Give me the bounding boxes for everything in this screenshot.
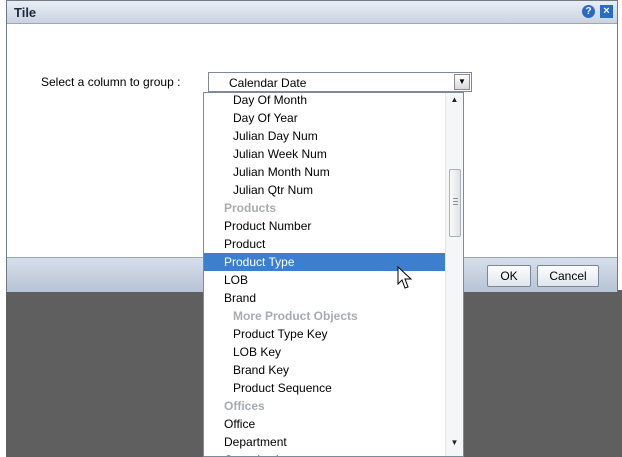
dropdown-option[interactable]: Brand — [204, 289, 445, 307]
cancel-button[interactable]: Cancel — [537, 265, 599, 287]
dropdown-option[interactable]: Brand Key — [204, 361, 445, 379]
dropdown-option[interactable]: Julian Day Num — [204, 127, 445, 145]
dropdown-option[interactable]: Product Sequence — [204, 379, 445, 397]
thumb-grip-icon — [453, 201, 458, 202]
chevron-down-icon[interactable]: ▼ — [454, 74, 470, 90]
dropdown-group-header: Offices — [224, 399, 265, 413]
column-dropdown-list[interactable]: Day Of Month Day Of Year Julian Day Num Jul… — [203, 92, 464, 457]
selected-column-value: Calendar Date — [229, 76, 307, 90]
dropdown-group-header: Products — [224, 201, 277, 215]
group-column-select[interactable]: Calendar Date ▼ — [208, 72, 472, 92]
help-icon[interactable]: ? — [582, 5, 595, 18]
ok-button[interactable]: OK — [487, 265, 531, 287]
dropdown-option[interactable]: Julian Month Num — [204, 163, 445, 181]
thumb-grip-icon — [453, 204, 458, 205]
dialog-titlebar: Tile ? × — [7, 1, 617, 24]
dropdown-option[interactable]: Product Type Key — [204, 325, 445, 343]
dropdown-option[interactable]: Day Of Month — [204, 93, 445, 109]
dropdown-option[interactable]: Product Number — [204, 217, 445, 235]
dropdown-group-header: More Product Objects — [233, 309, 358, 323]
dropdown-option[interactable]: Day Of Year — [204, 109, 445, 127]
scroll-down-icon[interactable]: ▼ — [446, 438, 463, 452]
dropdown-option[interactable]: LOB Key — [204, 343, 445, 361]
dialog-title: Tile — [14, 5, 37, 20]
group-column-label: Select a column to group : — [41, 75, 181, 89]
dropdown-option[interactable]: Department — [204, 433, 445, 451]
dropdown-option[interactable]: Julian Week Num — [204, 145, 445, 163]
dropdown-option[interactable]: Organization — [204, 451, 445, 456]
thumb-grip-icon — [453, 198, 458, 199]
dropdown-option[interactable]: Product — [204, 235, 445, 253]
scroll-thumb[interactable] — [449, 169, 461, 237]
dropdown-option[interactable]: Julian Qtr Num — [204, 181, 445, 199]
scroll-up-icon[interactable]: ▲ — [446, 95, 463, 109]
dropdown-scrollbar[interactable]: ▲ ▼ — [445, 93, 463, 456]
close-icon[interactable]: × — [600, 5, 613, 18]
mouse-pointer-icon — [397, 266, 413, 289]
dropdown-option[interactable]: Office — [204, 415, 445, 433]
